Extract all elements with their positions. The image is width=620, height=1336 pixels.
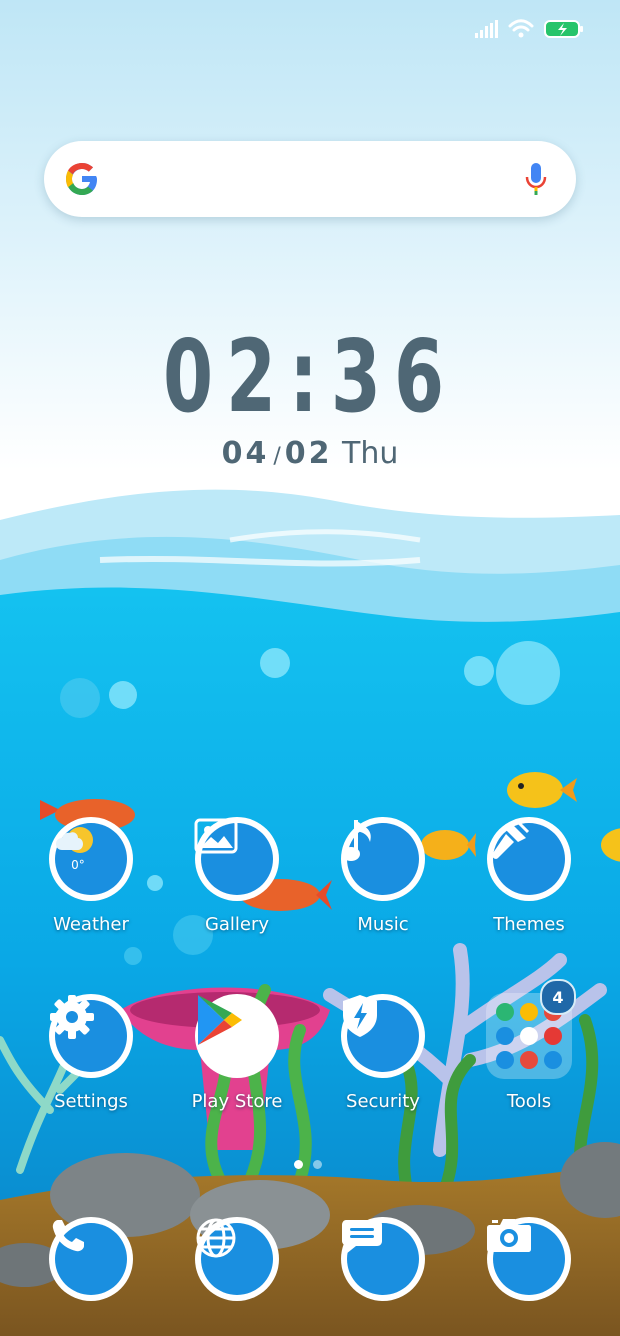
mini-app-icon [544,1027,562,1045]
mini-app-icon [496,1027,514,1045]
mini-app-icon [496,1051,514,1069]
app-settings[interactable]: Settings [36,993,146,1112]
page-dot-active [294,1160,303,1169]
app-label: Security [346,1091,420,1112]
date-slash: / [273,444,281,469]
wifi-icon [508,19,534,38]
mini-app-icon [520,1027,538,1045]
app-folder-tools[interactable]: 4 Tools [474,979,584,1112]
gallery-icon [194,818,238,854]
page-indicator [294,1160,322,1169]
clock-hours: 02 [162,318,290,435]
app-label: Music [357,914,409,935]
mini-app-icon [544,1051,562,1069]
dock-camera[interactable] [474,1216,584,1302]
mini-app-icon [496,1003,514,1021]
app-music[interactable]: Music [328,816,438,935]
microphone-icon[interactable] [524,161,548,197]
clock-time[interactable]: 02:36 [87,318,533,435]
music-note-icon [342,820,371,861]
camera-icon [487,1219,531,1252]
app-weather[interactable]: 0° Weather [36,816,146,935]
date-weekday: Thu [342,436,399,471]
app-label: Weather [53,914,129,935]
app-label: Themes [493,914,565,935]
dock-messages[interactable] [328,1216,438,1302]
clock-date[interactable]: 04/02 Thu [0,436,620,471]
mini-app-icon [520,1003,538,1021]
paintbrush-icon [492,818,530,859]
weather-icon: 0° [56,827,93,872]
app-label: Tools [506,1091,552,1112]
app-gallery[interactable]: Gallery [182,816,292,935]
weather-temp: 0° [71,858,85,872]
dock-phone[interactable] [36,1216,146,1302]
gear-icon [50,995,94,1039]
mini-app-icon [520,1051,538,1069]
play-store-icon [198,995,242,1045]
app-play-store[interactable]: Play Store [182,993,292,1112]
battery-charging-icon [544,20,583,38]
date-month: 04 [221,436,270,471]
shield-icon [343,995,377,1037]
app-label: Gallery [204,914,270,935]
app-themes[interactable]: Themes [474,816,584,935]
google-logo-icon [66,163,97,195]
google-search-bar[interactable] [44,141,576,217]
message-icon [342,1220,382,1254]
app-label: Settings [54,1091,128,1112]
clock-separator: : [289,318,331,435]
notification-badge: 4 [540,979,576,1015]
app-label: Play Store [191,1091,283,1112]
page-dot [313,1160,322,1169]
globe-icon [196,1218,236,1258]
home-screen: 02:36 04/02 Thu 0° Weather Gallery Music… [0,0,620,1336]
date-day: 02 [284,436,333,471]
dock-browser[interactable] [182,1216,292,1302]
app-security[interactable]: Security [328,993,438,1112]
signal-icon [475,20,498,38]
status-bar [474,14,584,44]
clock-minutes: 36 [330,318,458,435]
phone-icon [52,1220,84,1252]
